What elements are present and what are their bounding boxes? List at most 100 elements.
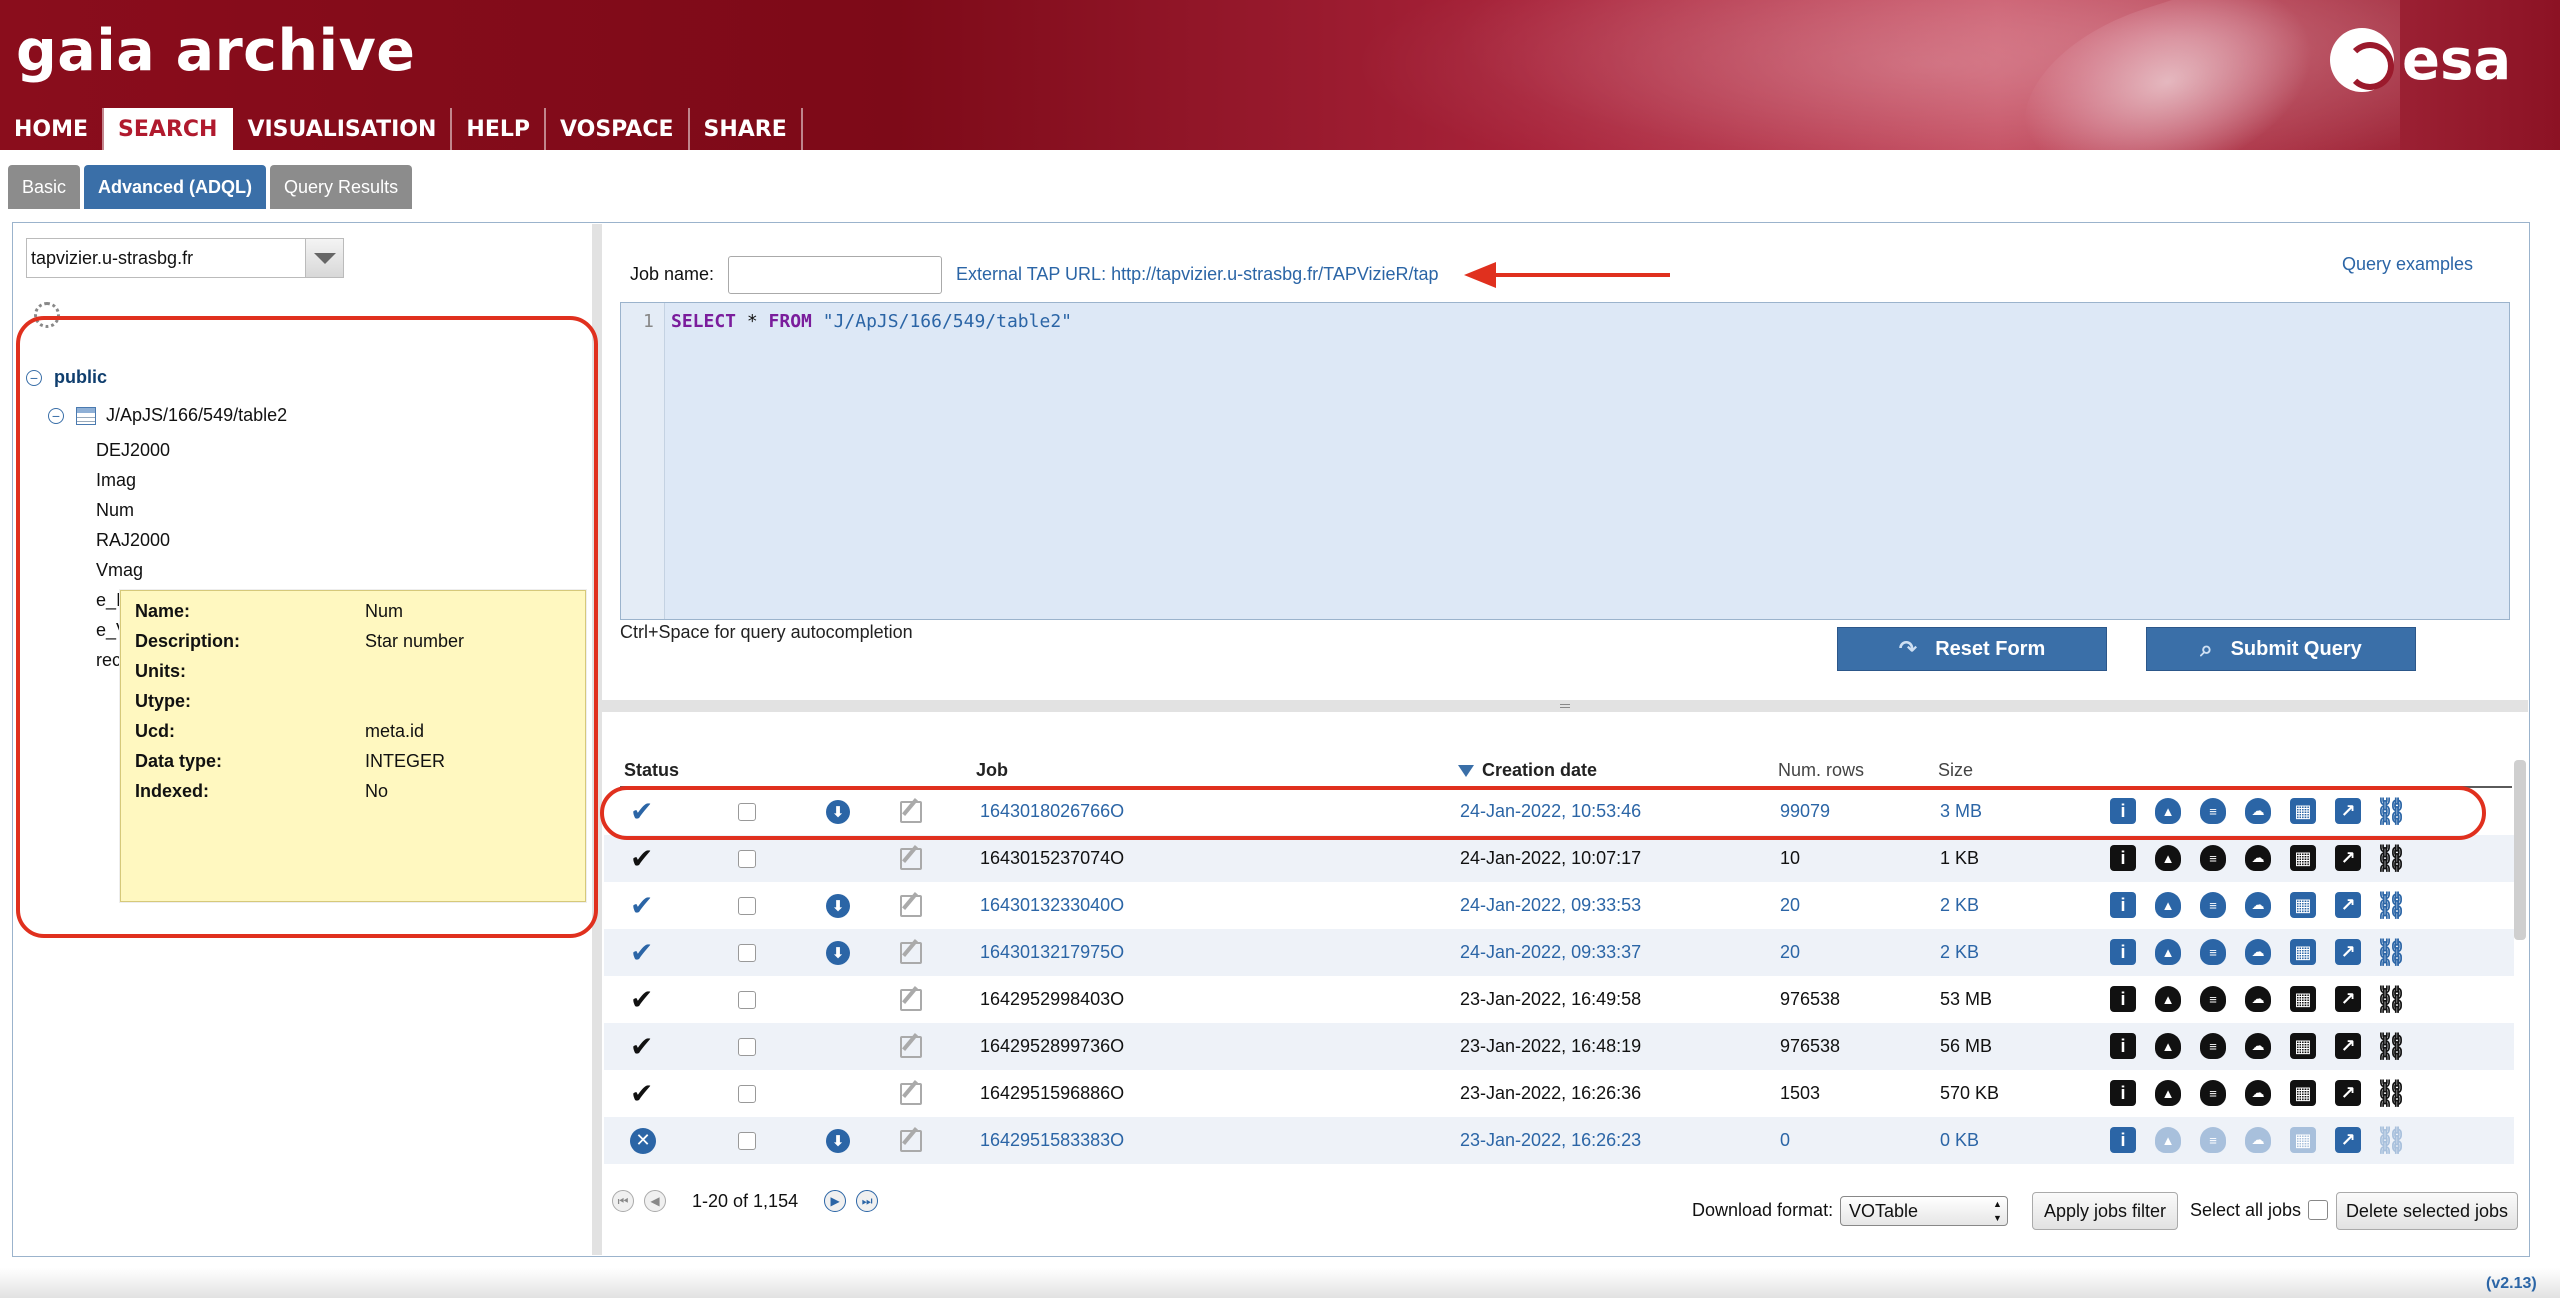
job-id[interactable]: 1642952899736O [980, 1023, 1124, 1070]
query-examples-link[interactable]: Query examples [2342, 254, 2473, 275]
export-icon[interactable]: ↗ [2335, 845, 2361, 871]
job-row[interactable]: ✔ ⬇ 1643013233040O 24-Jan-2022, 09:33:53 20 2… [604, 882, 2514, 929]
share-link-icon[interactable]: ⛓ [2375, 1125, 2408, 1155]
job-id[interactable]: 1643015237074O [980, 835, 1124, 882]
nav-tab-help[interactable]: HELP [452, 108, 546, 150]
database-icon[interactable]: ≡ [2200, 1127, 2226, 1153]
share-link-icon[interactable]: ⛓ [2375, 937, 2408, 967]
table-view-icon[interactable]: ▦ [2290, 845, 2316, 871]
delete-selected-jobs-button[interactable]: Delete selected jobs [2336, 1192, 2518, 1230]
subtab-query-results[interactable]: Query Results [270, 165, 413, 209]
nav-tab-search[interactable]: SEARCH [104, 108, 234, 150]
nav-tab-vospace[interactable]: VOSPACE [546, 108, 690, 150]
job-select-checkbox[interactable] [738, 849, 756, 868]
external-tap-url[interactable]: External TAP URL: http://tapvizier.u-str… [956, 264, 1439, 285]
query-code[interactable]: SELECT * FROM "J/ApJS/166/549/table2" [671, 311, 1072, 332]
database-icon[interactable]: ≡ [2200, 939, 2226, 965]
cloud-upload-icon[interactable]: ☁ [2245, 845, 2271, 871]
col-header-status[interactable]: Status [624, 760, 679, 781]
upload-to-db-icon[interactable]: ▲ [2155, 845, 2181, 871]
job-id[interactable]: 1642951583383O [980, 1117, 1124, 1164]
info-icon[interactable]: i [2110, 1080, 2136, 1106]
submit-query-button[interactable]: ⌕ Submit Query [2146, 627, 2416, 671]
info-icon[interactable]: i [2110, 1033, 2136, 1059]
edit-icon[interactable] [900, 1035, 922, 1058]
col-header-job[interactable]: Job [976, 760, 1008, 781]
upload-to-db-icon[interactable]: ▲ [2155, 1080, 2181, 1106]
info-icon[interactable]: i [2110, 986, 2136, 1012]
job-row[interactable]: ✔ 1643015237074O 24-Jan-2022, 10:07:17 10 1 … [604, 835, 2514, 882]
job-row[interactable]: ✔ 1642952899736O 23-Jan-2022, 16:48:19 9765… [604, 1023, 2514, 1070]
upload-to-db-icon[interactable]: ▲ [2155, 939, 2181, 965]
adql-editor[interactable]: 1 SELECT * FROM "J/ApJS/166/549/table2" [620, 302, 2510, 620]
job-id[interactable]: 1643013217975O [980, 929, 1124, 976]
cloud-upload-icon[interactable]: ☁ [2245, 1080, 2271, 1106]
share-link-icon[interactable]: ⛓ [2375, 890, 2408, 920]
export-icon[interactable]: ↗ [2335, 1033, 2361, 1059]
cloud-upload-icon[interactable]: ☁ [2245, 1127, 2271, 1153]
chevron-down-icon[interactable] [305, 239, 343, 277]
job-select-checkbox[interactable] [738, 1084, 756, 1103]
job-select-checkbox[interactable] [738, 896, 756, 915]
upload-to-db-icon[interactable]: ▲ [2155, 986, 2181, 1012]
edit-icon[interactable] [900, 1129, 922, 1152]
info-icon[interactable]: i [2110, 1127, 2136, 1153]
cloud-upload-icon[interactable]: ☁ [2245, 892, 2271, 918]
share-link-icon[interactable]: ⛓ [2375, 1031, 2408, 1061]
select-all-jobs-checkbox[interactable] [2308, 1200, 2328, 1220]
job-select-checkbox[interactable] [738, 990, 756, 1009]
job-id[interactable]: 1642952998403O [980, 976, 1124, 1023]
export-icon[interactable]: ↗ [2335, 1127, 2361, 1153]
export-icon[interactable]: ↗ [2335, 892, 2361, 918]
job-id[interactable]: 1642951596886O [980, 1070, 1124, 1117]
cloud-upload-icon[interactable]: ☁ [2245, 986, 2271, 1012]
prev-page-icon[interactable]: ◀ [644, 1190, 666, 1212]
subtab-advanced-adql[interactable]: Advanced (ADQL) [84, 165, 267, 209]
horizontal-splitter[interactable] [602, 700, 2528, 712]
upload-to-db-icon[interactable]: ▲ [2155, 1033, 2181, 1059]
info-icon[interactable]: i [2110, 939, 2136, 965]
reset-form-button[interactable]: ↷ Reset Form [1837, 627, 2107, 671]
job-id[interactable]: 1643013233040O [980, 882, 1124, 929]
table-view-icon[interactable]: ▦ [2290, 1033, 2316, 1059]
table-view-icon[interactable]: ▦ [2290, 986, 2316, 1012]
database-icon[interactable]: ≡ [2200, 892, 2226, 918]
table-view-icon[interactable]: ▦ [2290, 939, 2316, 965]
edit-icon[interactable] [900, 988, 922, 1011]
share-link-icon[interactable]: ⛓ [2375, 1078, 2408, 1108]
esa-logo[interactable]: esa [2330, 28, 2511, 93]
download-icon[interactable]: ⬇ [826, 940, 850, 965]
upload-to-db-icon[interactable]: ▲ [2155, 1127, 2181, 1153]
download-icon[interactable]: ⬇ [826, 1128, 850, 1153]
edit-icon[interactable] [900, 847, 922, 870]
export-icon[interactable]: ↗ [2335, 986, 2361, 1012]
job-row[interactable]: ✔ 1642952998403O 23-Jan-2022, 16:49:58 9765… [604, 976, 2514, 1023]
upload-to-db-icon[interactable]: ▲ [2155, 892, 2181, 918]
col-header-size[interactable]: Size [1938, 760, 1973, 781]
col-header-creation-date[interactable]: Creation date [1458, 760, 1597, 781]
share-link-icon[interactable]: ⛓ [2375, 984, 2408, 1014]
download-icon[interactable]: ⬇ [826, 893, 850, 918]
job-select-checkbox[interactable] [738, 1131, 756, 1150]
export-icon[interactable]: ↗ [2335, 939, 2361, 965]
nav-tab-home[interactable]: HOME [0, 108, 105, 150]
nav-tab-visualisation[interactable]: VISUALISATION [233, 108, 453, 150]
nav-tab-share[interactable]: SHARE [690, 108, 803, 150]
database-icon[interactable]: ≡ [2200, 986, 2226, 1012]
cloud-upload-icon[interactable]: ☁ [2245, 939, 2271, 965]
cloud-upload-icon[interactable]: ☁ [2245, 1033, 2271, 1059]
jobs-scrollbar[interactable] [2514, 760, 2526, 940]
export-icon[interactable]: ↗ [2335, 1080, 2361, 1106]
edit-icon[interactable] [900, 941, 922, 964]
database-icon[interactable]: ≡ [2200, 1033, 2226, 1059]
job-name-input[interactable] [728, 256, 942, 294]
first-page-icon[interactable]: ⏮ [612, 1190, 634, 1212]
table-view-icon[interactable]: ▦ [2290, 1080, 2316, 1106]
info-icon[interactable]: i [2110, 845, 2136, 871]
info-icon[interactable]: i [2110, 892, 2136, 918]
tap-service-select[interactable]: tapvizier.u-strasbg.fr [26, 238, 344, 278]
edit-icon[interactable] [900, 894, 922, 917]
database-icon[interactable]: ≡ [2200, 1080, 2226, 1106]
last-page-icon[interactable]: ⏭ [856, 1190, 879, 1212]
table-view-icon[interactable]: ▦ [2290, 1127, 2316, 1153]
